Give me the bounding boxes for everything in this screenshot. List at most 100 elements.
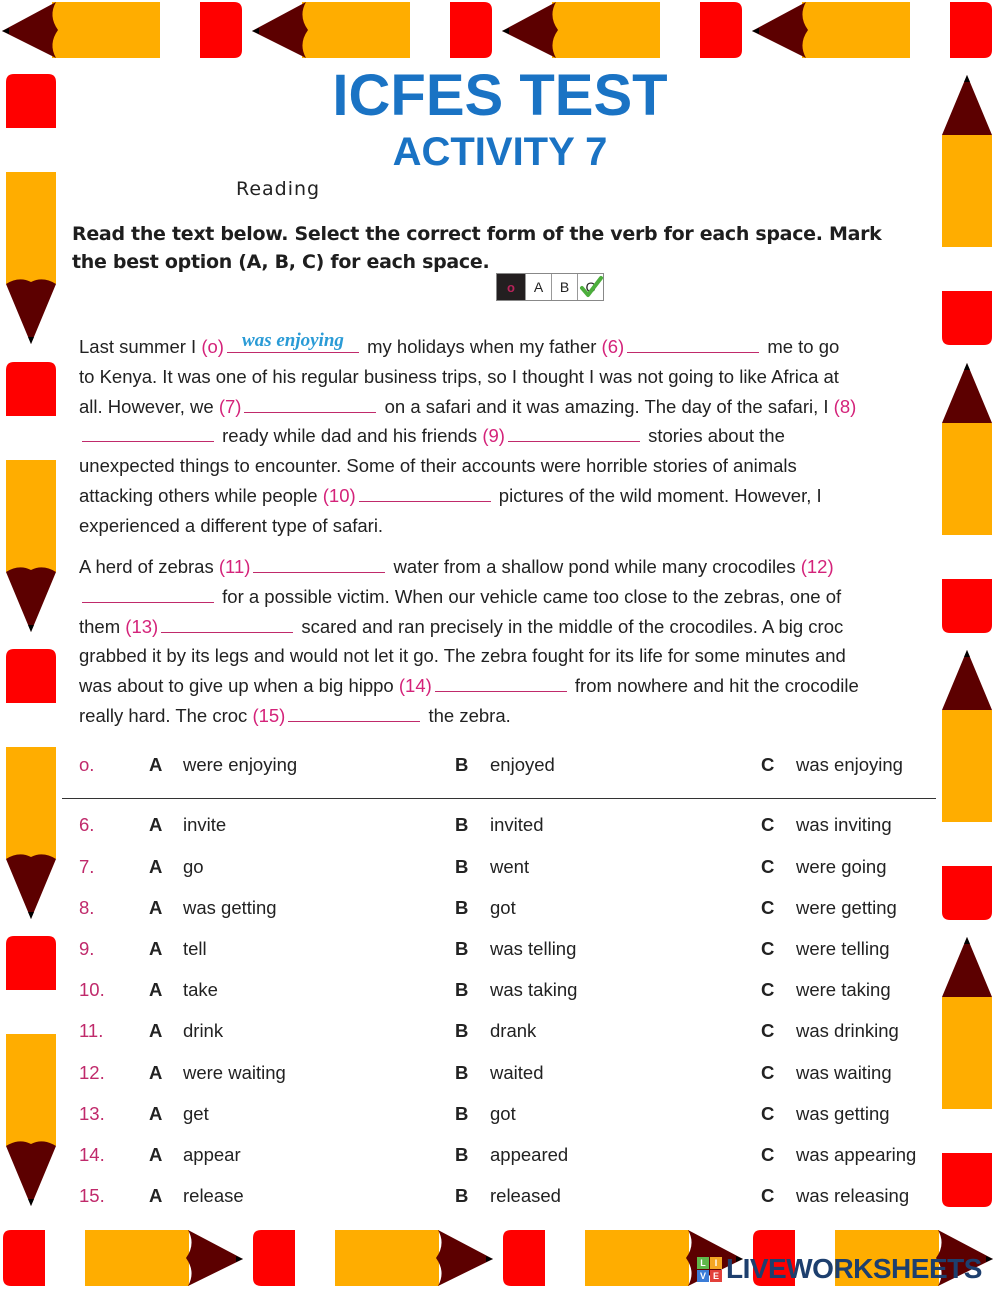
gap-number: (o) xyxy=(201,336,224,357)
option-c-text[interactable]: was inviting xyxy=(796,814,892,836)
option-a-letter[interactable]: A xyxy=(149,897,162,919)
option-b-text[interactable]: drank xyxy=(490,1020,536,1042)
pencil-left-3 xyxy=(3,647,59,922)
option-a-letter[interactable]: A xyxy=(149,1062,162,1084)
option-a-letter[interactable]: A xyxy=(149,1103,162,1125)
answer-blank-14[interactable] xyxy=(434,674,567,693)
option-a-letter[interactable]: A xyxy=(149,938,162,960)
answer-blank-8[interactable] xyxy=(82,424,214,443)
option-row: 7. Ago Bwent Cwere going xyxy=(79,856,939,886)
answer-blank-15[interactable] xyxy=(288,704,421,722)
question-number: 14. xyxy=(79,1144,105,1165)
pencil-top-2 xyxy=(250,0,495,60)
option-a-text[interactable]: tell xyxy=(183,938,207,960)
option-a-text[interactable]: take xyxy=(183,979,218,1001)
option-a-letter[interactable]: A xyxy=(149,1185,162,1207)
option-b-letter[interactable]: B xyxy=(455,754,468,776)
option-c-letter[interactable]: C xyxy=(761,754,774,776)
option-b-text[interactable]: released xyxy=(490,1185,561,1207)
answer-blank-6[interactable] xyxy=(627,335,760,353)
question-number: o. xyxy=(79,754,95,775)
option-b-letter[interactable]: B xyxy=(455,979,468,1001)
option-c-text[interactable]: was appearing xyxy=(796,1144,916,1166)
option-c-text[interactable]: were taking xyxy=(796,979,891,1001)
option-b-letter[interactable]: B xyxy=(455,1020,468,1042)
option-row: 11. Adrink Bdrank Cwas drinking xyxy=(79,1020,939,1050)
option-a-letter[interactable]: A xyxy=(149,856,162,878)
option-a-text[interactable]: drink xyxy=(183,1020,223,1042)
option-b-text[interactable]: invited xyxy=(490,814,543,836)
option-b-letter[interactable]: B xyxy=(455,814,468,836)
option-a-text[interactable]: were waiting xyxy=(183,1062,286,1084)
answer-blank-11[interactable] xyxy=(253,555,386,573)
option-c-text[interactable]: were getting xyxy=(796,897,897,919)
option-a-text[interactable]: was getting xyxy=(183,897,277,919)
option-b-letter[interactable]: B xyxy=(455,856,468,878)
option-c-letter[interactable]: C xyxy=(761,979,774,1001)
gap-number: (9) xyxy=(482,425,505,447)
option-a-text[interactable]: were enjoying xyxy=(183,754,297,776)
option-c-text[interactable]: was waiting xyxy=(796,1062,892,1084)
option-a-text[interactable]: invite xyxy=(183,814,226,836)
answer-blank-9[interactable] xyxy=(507,424,640,443)
option-a-letter[interactable]: A xyxy=(149,1144,162,1166)
answer-blank-12[interactable] xyxy=(82,585,214,603)
option-b-text[interactable]: appeared xyxy=(490,1144,568,1166)
option-a-text[interactable]: appear xyxy=(183,1144,241,1166)
gap-number: (11) xyxy=(218,556,251,577)
option-a-letter[interactable]: A xyxy=(149,814,162,836)
option-a-text[interactable]: go xyxy=(183,856,204,878)
answer-blank-13[interactable] xyxy=(161,615,294,633)
option-b-letter[interactable]: B xyxy=(455,1144,468,1166)
option-b-text[interactable]: was telling xyxy=(490,938,576,960)
answer-blank-0: was enjoying xyxy=(226,331,359,353)
option-c-letter[interactable]: C xyxy=(761,814,774,836)
passage-paragraph-2: A herd of zebras (11) water from a shall… xyxy=(79,555,859,726)
option-b-text[interactable]: waited xyxy=(490,1062,543,1084)
option-b-text[interactable]: went xyxy=(490,856,529,878)
option-c-text[interactable]: was releasing xyxy=(796,1185,909,1207)
option-c-text[interactable]: were going xyxy=(796,856,887,878)
pencil-left-2 xyxy=(3,360,59,635)
page-subtitle: ACTIVITY 7 xyxy=(392,130,608,174)
option-c-letter[interactable]: C xyxy=(761,897,774,919)
section-label: Reading xyxy=(236,178,321,200)
option-b-letter[interactable]: B xyxy=(455,938,468,960)
answer-key-option-a: A xyxy=(525,274,551,300)
pencil-bottom-2 xyxy=(250,1228,495,1288)
option-b-letter[interactable]: B xyxy=(455,1062,468,1084)
question-number: 6. xyxy=(79,814,95,835)
option-c-letter[interactable]: C xyxy=(761,1103,774,1125)
option-a-text[interactable]: release xyxy=(183,1185,244,1207)
option-b-text[interactable]: got xyxy=(490,897,516,919)
answer-blank-10[interactable] xyxy=(358,484,491,502)
option-c-letter[interactable]: C xyxy=(761,1020,774,1042)
option-a-letter[interactable]: A xyxy=(149,1020,162,1042)
option-c-letter[interactable]: C xyxy=(761,856,774,878)
option-b-text[interactable]: was taking xyxy=(490,979,577,1001)
option-c-text[interactable]: was getting xyxy=(796,1103,890,1125)
option-c-letter[interactable]: C xyxy=(761,1144,774,1166)
option-a-text[interactable]: get xyxy=(183,1103,209,1125)
question-number: 8. xyxy=(79,897,95,918)
option-b-text[interactable]: enjoyed xyxy=(490,754,555,776)
option-b-letter[interactable]: B xyxy=(455,1185,468,1207)
option-b-letter[interactable]: B xyxy=(455,897,468,919)
option-c-text[interactable]: was enjoying xyxy=(796,754,903,776)
option-c-text[interactable]: were telling xyxy=(796,938,890,960)
pencil-right-2 xyxy=(939,360,995,635)
question-number: 11. xyxy=(79,1020,104,1041)
pencil-top-4 xyxy=(750,0,995,60)
gap-number: (6) xyxy=(601,336,625,357)
option-b-text[interactable]: got xyxy=(490,1103,516,1125)
option-b-letter[interactable]: B xyxy=(455,1103,468,1125)
option-a-letter[interactable]: A xyxy=(149,979,162,1001)
option-c-text[interactable]: was drinking xyxy=(796,1020,899,1042)
option-c-letter[interactable]: C xyxy=(761,938,774,960)
option-c-letter[interactable]: C xyxy=(761,1185,774,1207)
answer-blank-7[interactable] xyxy=(244,395,377,413)
option-c-letter[interactable]: C xyxy=(761,1062,774,1084)
passage-paragraph-1: Last summer I (o) was enjoying my holiday… xyxy=(79,330,857,536)
option-row: 14. Aappear Bappeared Cwas appearing xyxy=(79,1144,939,1174)
option-a-letter[interactable]: A xyxy=(149,754,162,776)
